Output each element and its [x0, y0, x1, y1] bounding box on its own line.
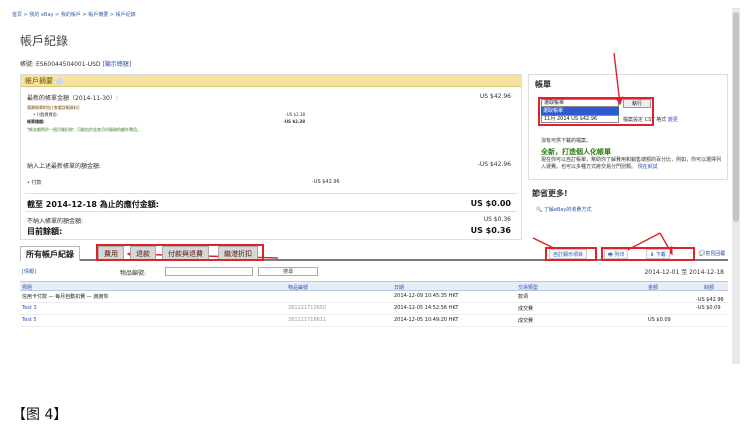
item-number-label: 物品編號:: [120, 270, 147, 277]
highlight-box: [601, 247, 695, 261]
row-date: 2014-12-05 14:52:56 HKT: [394, 305, 459, 311]
arrow-to-bill-select: [613, 52, 624, 106]
row-balance: -US $0.09: [696, 305, 721, 311]
row-item[interactable]: 281221718611: [288, 317, 326, 323]
col-amount[interactable]: 金額: [648, 284, 658, 291]
row-amount: US $0.09: [648, 317, 671, 323]
history-table: 標題 物品編號 日期 交易類型 金額 餘額 信用卡付款 — 每月自動扣費 — 謝…: [20, 281, 728, 327]
table-header: 標題 物品編號 日期 交易類型 金額 餘額: [20, 281, 728, 291]
feedback-link[interactable]: 💬意見回覆: [696, 249, 728, 259]
filter-bar: [情報] 物品編號: 搜尋 2014-12-01 至 2014-12-18: [20, 266, 728, 278]
date-range: 2014-12-01 至 2014-12-18: [644, 269, 724, 276]
row-title[interactable]: Test 5: [22, 317, 37, 323]
figure-caption: 【图 4】: [12, 407, 68, 423]
feedback-label: 意見回覆: [705, 251, 726, 257]
item-number-input[interactable]: [165, 267, 253, 276]
table-row[interactable]: Test 5 281221718611 2014-12-05 10:49:20 …: [20, 315, 728, 327]
table-row[interactable]: Test 3 281221712650 2014-12-05 14:52:56 …: [20, 303, 728, 315]
row-date: 2014-12-05 10:49:20 HKT: [394, 317, 459, 323]
info-link[interactable]: [情報]: [22, 268, 36, 275]
col-item[interactable]: 物品編號: [288, 284, 308, 291]
row-type: 成交費: [518, 306, 534, 312]
search-button[interactable]: 搜尋: [258, 267, 318, 276]
table-row[interactable]: 信用卡付款 — 每月自動扣費 — 謝謝你 2014-12-09 10:45:35…: [20, 291, 728, 303]
row-item[interactable]: 281221712650: [288, 305, 326, 311]
tab-all-history[interactable]: 所有帳戶紀錄: [20, 246, 80, 261]
col-type[interactable]: 交易類型: [518, 284, 538, 291]
col-date[interactable]: 日期: [394, 284, 404, 291]
row-date: 2014-12-09 10:45:35 HKT: [394, 293, 459, 299]
row-title: 信用卡付款 — 每月自動扣費 — 謝謝你: [22, 294, 109, 300]
row-title[interactable]: Test 3: [22, 305, 37, 311]
screenshot-frame: 首頁 > 我的 eBay > 我的帳戶 > 帳戶摘要 > 帳戶紀錄 帳戶紀錄 帳…: [8, 8, 740, 364]
highlight-box: [96, 244, 264, 261]
col-title[interactable]: 標題: [22, 284, 32, 291]
row-type: 款項: [518, 294, 529, 300]
row-type: 成交費: [518, 318, 534, 324]
highlight-box: [545, 247, 597, 261]
col-balance[interactable]: 餘額: [704, 284, 714, 291]
